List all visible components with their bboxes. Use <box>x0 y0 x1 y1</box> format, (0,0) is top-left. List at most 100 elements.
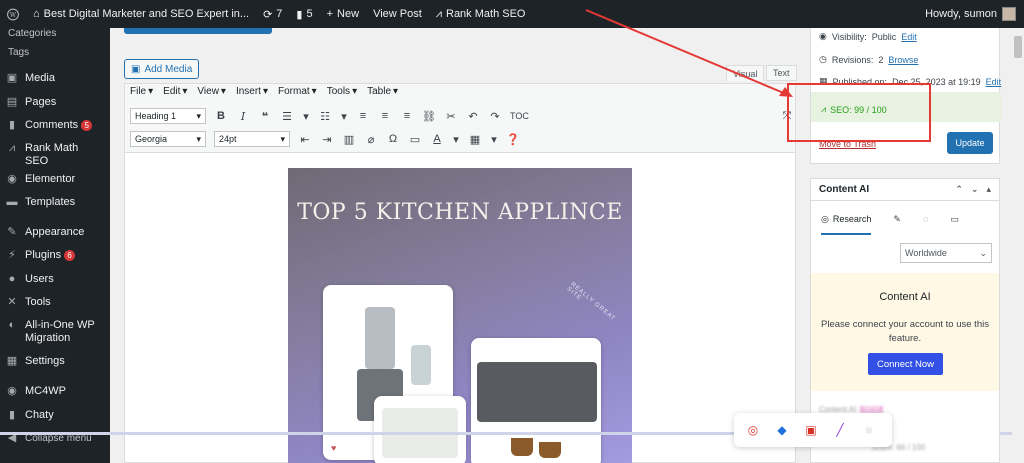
bold-icon[interactable]: B <box>214 110 228 122</box>
chevron-down-icon[interactable]: ⌄ <box>971 184 979 195</box>
my-account-menu[interactable]: Howdy, sumon <box>925 7 1024 21</box>
update-button[interactable]: Update <box>947 132 993 154</box>
menu-insert[interactable]: Insert ▾ <box>236 86 268 97</box>
chevron-up-icon[interactable]: ⌃ <box>955 184 963 195</box>
sidebar-item-pages[interactable]: ▤ Pages <box>0 96 110 109</box>
content-ai-title: Content AI <box>819 184 870 195</box>
updates-count: 7 <box>276 8 283 20</box>
text-color-icon[interactable]: A <box>430 133 444 145</box>
country-select[interactable]: Worldwide ⌄ <box>900 243 992 263</box>
floating-extension-dock: ◎ ◆ ▣ ╱ ■ <box>734 413 892 447</box>
tab-visual[interactable]: Visual <box>726 65 765 81</box>
align-left-icon[interactable]: ≡ <box>356 110 370 122</box>
view-post-link[interactable]: View Post <box>366 8 429 20</box>
redo-icon[interactable]: ↷ <box>488 110 502 123</box>
chat-icon[interactable]: ▭ <box>950 214 959 225</box>
editor-toolbar-row-1: Heading 1 ▾ B I ❝ ☰ ▾ ☷ ▾ ≡ ≡ ≡ ⛓ ✂ ↶ ↷ T… <box>124 108 796 124</box>
new-content-link[interactable]: + New <box>320 8 366 20</box>
ai-tools-icon[interactable]: ◌ <box>923 214 928 224</box>
screen-record-icon[interactable]: ▣ <box>804 423 818 437</box>
caret-down-icon[interactable]: ▾ <box>302 110 310 123</box>
sidebar-item-rank-math[interactable]: ⩘ Rank Math SEO <box>0 142 110 168</box>
sidebar-item-elementor[interactable]: ◉ Elementor <box>0 173 110 186</box>
sidebar-item-label: Templates <box>25 196 76 208</box>
comments-label: Comments <box>25 119 79 131</box>
sidebar-item-media[interactable]: ▣ Media <box>0 72 110 85</box>
italic-icon[interactable]: I <box>236 110 250 123</box>
clear-format-icon[interactable]: ⌀ <box>364 133 378 146</box>
sidebar-item-settings[interactable]: ▦ Settings <box>0 355 110 368</box>
submenu-tags[interactable]: Tags <box>8 47 29 58</box>
indent-icon[interactable]: ⇤ <box>298 133 312 146</box>
sidebar-item-appearance[interactable]: ✎ Appearance <box>0 226 110 239</box>
add-media-button[interactable]: ▣ Add Media <box>124 59 200 79</box>
post-image-kitchen-appliance[interactable]: TOP 5 KITCHEN APPLINCE ♥ REALLY GREAT SI… <box>288 168 632 463</box>
permalink-button-edge[interactable] <box>124 28 272 34</box>
menu-edit[interactable]: Edit ▾ <box>163 86 187 97</box>
content-ai-tabs: ◎ Research ✎ ◌ ▭ <box>811 201 999 237</box>
caret-down-icon[interactable]: ▾ <box>340 110 348 123</box>
collapse-arrow-icon[interactable]: ▴ <box>986 184 991 195</box>
visibility-row: ◉ Visibility: Public Edit <box>819 31 917 42</box>
table-icon[interactable]: ▦ <box>468 133 482 146</box>
link-icon[interactable]: ⛓ <box>422 110 436 123</box>
tab-research[interactable]: ◎ Research <box>821 204 872 235</box>
published-edit-link[interactable]: Edit <box>986 77 1002 87</box>
font-size-select[interactable]: 24pt ▾ <box>214 131 290 147</box>
menu-format[interactable]: Format ▾ <box>278 86 317 97</box>
align-center-icon[interactable]: ≡ <box>378 110 392 122</box>
wordpress-logo-icon[interactable]: W <box>0 7 26 22</box>
help-icon[interactable]: ❓ <box>506 133 520 146</box>
updates-link[interactable]: ⟳ 7 <box>256 8 289 21</box>
horizontal-rule-icon[interactable]: ▭ <box>408 133 422 146</box>
special-char-icon[interactable]: Ω <box>386 133 400 145</box>
scrollbar-thumb[interactable] <box>1014 36 1022 58</box>
caret-down-icon[interactable]: ▾ <box>452 133 460 146</box>
submenu-categories[interactable]: Categories <box>8 28 56 39</box>
caret-down-icon[interactable]: ▾ <box>490 133 498 146</box>
site-name-link[interactable]: ⌂ Best Digital Marketer and SEO Expert i… <box>26 8 256 20</box>
window-scrollbar[interactable] <box>1012 28 1024 463</box>
font-size-value: 24pt <box>219 134 237 144</box>
revisions-row: ◷ Revisions: 2 Browse <box>819 54 918 65</box>
connect-now-button[interactable]: Connect Now <box>868 353 943 375</box>
extension-shield-icon[interactable]: ◆ <box>775 423 789 437</box>
numbered-list-icon[interactable]: ☷ <box>318 110 332 123</box>
bullet-list-icon[interactable]: ☰ <box>280 110 294 123</box>
sidebar-item-users[interactable]: ● Users <box>0 273 110 286</box>
menu-file-label: File <box>130 86 147 97</box>
menu-file[interactable]: File ▾ <box>130 86 153 97</box>
sidebar-item-comments[interactable]: ▮ Comments 5 <box>0 119 110 132</box>
sidebar-item-chaty[interactable]: ▮ Chaty <box>0 409 110 422</box>
blank-extension-icon[interactable]: ■ <box>862 423 876 437</box>
comments-link[interactable]: ▮ 5 <box>289 8 319 21</box>
menu-tools[interactable]: Tools ▾ <box>327 86 357 97</box>
paste-text-icon[interactable]: ▥ <box>342 133 356 146</box>
add-media-label: Add Media <box>144 63 193 75</box>
font-family-select[interactable]: Georgia ▾ <box>130 131 206 147</box>
sidebar-item-mc4wp[interactable]: ◉ MC4WP <box>0 385 110 398</box>
plus-icon: + <box>326 8 334 20</box>
tab-text[interactable]: Text <box>766 65 797 81</box>
sidebar-item-plugins[interactable]: ⚡ Plugins 6 <box>0 249 110 262</box>
write-icon[interactable]: ✎ <box>893 214 901 225</box>
blockquote-icon[interactable]: ❝ <box>258 110 272 123</box>
opera-icon[interactable]: ◎ <box>746 423 760 437</box>
rank-math-adminbar-link[interactable]: ⩘ Rank Math SEO <box>429 8 533 21</box>
revisions-browse-link[interactable]: Browse <box>888 55 918 65</box>
sidebar-item-all-in-one-migration[interactable]: ◐ All-in-One WP Migration <box>0 319 110 345</box>
undo-icon[interactable]: ↶ <box>466 110 480 123</box>
unlink-icon[interactable]: ✂ <box>444 110 458 123</box>
menu-view[interactable]: View ▾ <box>197 86 226 97</box>
sidebar-item-tools[interactable]: ✕ Tools <box>0 296 110 309</box>
toc-button[interactable]: TOC <box>510 111 529 121</box>
pen-icon[interactable]: ╱ <box>833 423 847 437</box>
sidebar-item-templates[interactable]: ▬ Templates <box>0 196 110 209</box>
align-right-icon[interactable]: ≡ <box>400 110 414 122</box>
outdent-icon[interactable]: ⇥ <box>320 133 334 146</box>
menu-format-label: Format <box>278 86 310 97</box>
format-select[interactable]: Heading 1 ▾ <box>130 108 206 124</box>
settings-icon: ▦ <box>6 355 18 367</box>
menu-table[interactable]: Table ▾ <box>367 86 398 97</box>
visibility-edit-link[interactable]: Edit <box>901 32 917 42</box>
